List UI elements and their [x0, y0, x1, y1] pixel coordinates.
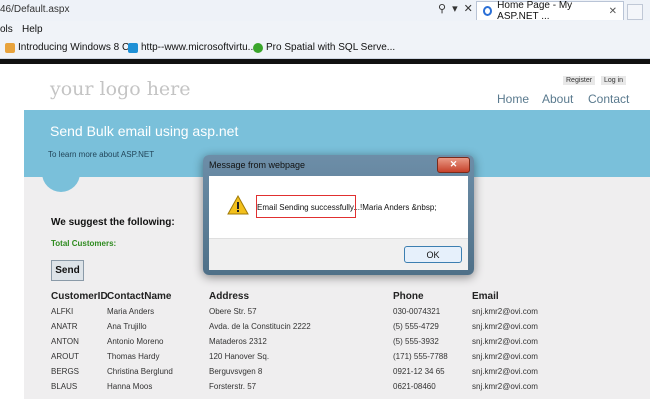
favorite-windows8[interactable]: Introducing Windows 8 C...: [5, 42, 138, 53]
cell-address: 120 Hanover Sq.: [209, 352, 270, 361]
address-actions: ⚲ ▾ ✕: [438, 2, 473, 15]
cell-customerid: ANATR: [51, 322, 78, 331]
search-icon[interactable]: ⚲: [438, 2, 446, 15]
favorite-label: Pro Spatial with SQL Serve...: [266, 42, 396, 53]
header-address: Address: [209, 291, 250, 302]
table-row: ANATR Ana Trujillo Avda. de la Constituc…: [0, 322, 650, 337]
menu-tools[interactable]: ols: [0, 24, 13, 35]
address-bar: 46/Default.aspx ⚲ ▾ ✕ Home Page - My ASP…: [0, 0, 650, 22]
cell-email: snj.kmr2@ovi.com: [472, 367, 538, 376]
cell-email: snj.kmr2@ovi.com: [472, 352, 538, 361]
dialog-title: Message from webpage: [209, 160, 306, 170]
featured-heading: Send Bulk email using asp.net: [50, 123, 239, 139]
favorite-page-icon: [253, 42, 263, 53]
cell-customerid: ALFKI: [51, 307, 74, 316]
cell-customerid: ANTON: [51, 337, 79, 346]
dialog-body: Email Sending successfully...!Maria Ande…: [209, 176, 468, 270]
cell-address: Avda. de la Constitucin 2222: [209, 322, 311, 331]
cell-contactname: Ana Trujillo: [107, 322, 147, 331]
cell-address: Forsterstr. 57: [209, 382, 257, 391]
suggest-heading: We suggest the following:: [51, 217, 175, 228]
cell-phone: (5) 555-3932: [393, 337, 439, 346]
nav-about[interactable]: About: [542, 92, 573, 106]
site-logo[interactable]: your logo here: [50, 78, 191, 100]
cell-customerid: AROUT: [51, 352, 79, 361]
tab-title: Home Page - My ASP.NET ...: [497, 0, 573, 22]
favorite-page-icon: [5, 42, 15, 53]
cell-contactname: Hanna Moos: [107, 382, 153, 391]
cell-contactname: Christina Berglund: [107, 367, 173, 376]
cell-contactname: Antonio Moreno: [107, 337, 164, 346]
tab-home-page[interactable]: Home Page - My ASP.NET ... ✕: [476, 0, 624, 22]
cell-customerid: BERGS: [51, 367, 80, 376]
table-row: ANTON Antonio Moreno Mataderos 2312 (5) …: [0, 337, 650, 352]
favorite-label: http--www.microsoftvirtu...: [141, 42, 257, 53]
browser-tab-icon: [483, 6, 493, 16]
site-header: your logo here Register Log in Home Abou…: [0, 64, 650, 110]
table-row: BLAUS Hanna Moos Forsterstr. 57 0621-084…: [0, 382, 650, 397]
favorite-page-icon: [128, 42, 138, 53]
ok-button[interactable]: OK: [404, 246, 462, 263]
cell-customerid: BLAUS: [51, 382, 78, 391]
cell-email: snj.kmr2@ovi.com: [472, 322, 538, 331]
nav-contact[interactable]: Contact: [588, 92, 629, 106]
cell-phone: (171) 555-7788: [393, 352, 448, 361]
featured-subtext: To learn more about ASP.NET: [48, 150, 155, 159]
menu-help[interactable]: Help: [22, 24, 43, 35]
cell-email: snj.kmr2@ovi.com: [472, 307, 538, 316]
nav-home[interactable]: Home: [497, 92, 529, 106]
register-link[interactable]: Register: [563, 76, 596, 85]
login-link[interactable]: Log in: [601, 76, 627, 85]
cell-address: Mataderos 2312: [209, 337, 267, 346]
cell-address: Berguvsvgen 8: [209, 367, 263, 376]
menu-bar: ols Help: [0, 21, 650, 38]
dialog-message: Email Sending successfully...!Maria Ande…: [257, 203, 437, 212]
cell-phone: 0921-12 34 65: [393, 367, 445, 376]
new-tab-button[interactable]: [627, 4, 643, 20]
stop-icon[interactable]: ✕: [464, 2, 473, 15]
header-contactname: ContactName: [107, 291, 172, 302]
cell-email: snj.kmr2@ovi.com: [472, 382, 538, 391]
total-customers-label: Total Customers:: [51, 239, 117, 248]
header-phone: Phone: [393, 291, 424, 302]
table-row: BERGS Christina Berglund Berguvsvgen 8 0…: [0, 367, 650, 382]
favorite-label: Introducing Windows 8 C...: [18, 42, 138, 53]
dialog-close-button[interactable]: ✕: [437, 157, 470, 173]
cell-contactname: Maria Anders: [107, 307, 155, 316]
favorites-bar: Introducing Windows 8 C... http--www.mic…: [0, 38, 650, 59]
dropdown-icon[interactable]: ▾: [452, 2, 458, 15]
cell-phone: (5) 555-4729: [393, 322, 439, 331]
favorite-microsoftvirtual[interactable]: http--www.microsoftvirtu...: [128, 42, 256, 53]
cell-contactname: Thomas Hardy: [107, 352, 160, 361]
header-customerid: CustomerID: [51, 291, 108, 302]
cell-email: snj.kmr2@ovi.com: [472, 337, 538, 346]
table-row: ALFKI Maria Anders Obere Str. 57 030-007…: [0, 307, 650, 322]
dialog-footer: OK: [209, 238, 468, 270]
message-dialog: Message from webpage ✕ Email Sending suc…: [203, 155, 474, 275]
send-button[interactable]: Send: [51, 260, 84, 281]
table-row: AROUT Thomas Hardy 120 Hanover Sq. (171)…: [0, 352, 650, 367]
favorite-pro-spatial[interactable]: Pro Spatial with SQL Serve...: [253, 42, 395, 53]
header-email: Email: [472, 291, 499, 302]
url-text[interactable]: 46/Default.aspx: [0, 4, 70, 15]
cell-address: Obere Str. 57: [209, 307, 257, 316]
cell-phone: 030-0074321: [393, 307, 441, 316]
warning-icon: [227, 195, 249, 215]
cell-phone: 0621-08460: [393, 382, 436, 391]
tab-close-icon[interactable]: ✕: [609, 6, 617, 17]
